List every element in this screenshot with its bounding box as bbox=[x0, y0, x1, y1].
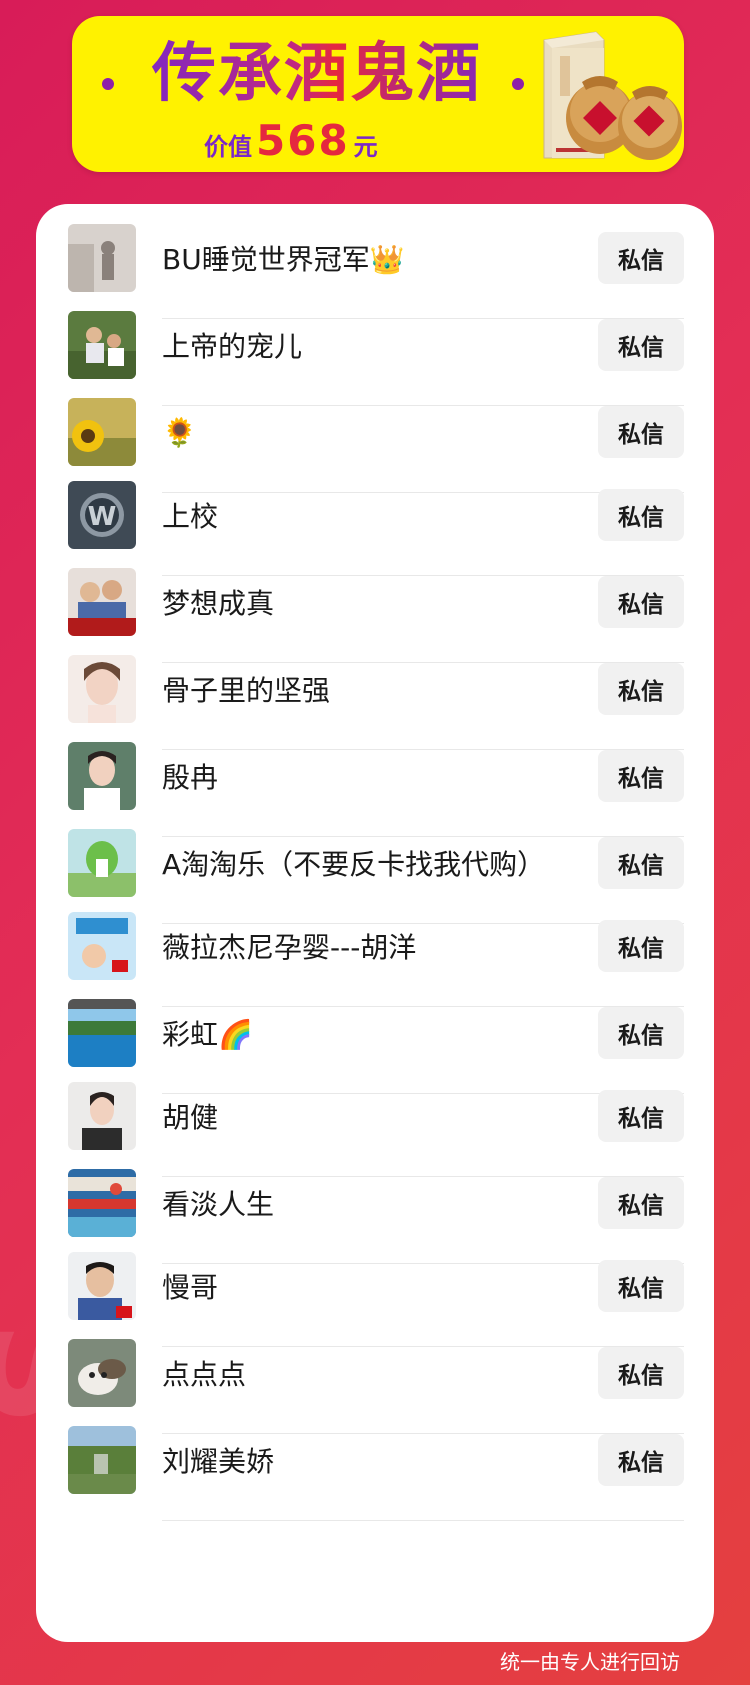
private-message-button[interactable]: 私信 bbox=[598, 232, 684, 284]
divider bbox=[162, 1520, 684, 1521]
list-item: BU睡觉世界冠军👑 私信 bbox=[68, 224, 684, 292]
avatar[interactable] bbox=[68, 311, 136, 379]
banner-title: 传承酒鬼酒 bbox=[132, 32, 502, 116]
price-unit: 元 bbox=[353, 133, 378, 161]
contact-name: 彩虹🌈 bbox=[162, 1018, 253, 1051]
avatar[interactable]: W bbox=[68, 481, 136, 549]
contact-name: 上帝的宠儿 bbox=[162, 330, 303, 363]
liquor-product-image bbox=[534, 30, 684, 164]
bullet-dot-icon bbox=[102, 78, 114, 90]
contact-name: 薇拉杰尼孕婴---胡洋 bbox=[162, 931, 417, 964]
list-item: 骨子里的坚强 私信 bbox=[68, 655, 684, 723]
avatar[interactable] bbox=[68, 912, 136, 980]
contact-name: A淘淘乐（不要反卡找我代购） bbox=[162, 848, 546, 881]
contact-name: 骨子里的坚强 bbox=[162, 674, 331, 707]
private-message-button[interactable]: 私信 bbox=[598, 406, 684, 458]
avatar[interactable] bbox=[68, 1082, 136, 1150]
promo-banner[interactable]: 传承酒鬼酒 价值 568 元 bbox=[72, 16, 684, 172]
list-item: A淘淘乐（不要反卡找我代购） 私信 bbox=[68, 829, 684, 897]
private-message-button[interactable]: 私信 bbox=[598, 1177, 684, 1229]
private-message-button[interactable]: 私信 bbox=[598, 750, 684, 802]
bullet-dot-icon bbox=[512, 78, 524, 90]
avatar[interactable] bbox=[68, 999, 136, 1067]
banner-price: 价值 568 元 bbox=[204, 116, 378, 166]
avatar[interactable] bbox=[68, 1252, 136, 1320]
private-message-button[interactable]: 私信 bbox=[598, 576, 684, 628]
private-message-button[interactable]: 私信 bbox=[598, 319, 684, 371]
contact-list-card: BU睡觉世界冠军👑 私信 上帝的宠儿 私信 🌻 私信 W 上校 私信 梦想成真 … bbox=[36, 204, 714, 1642]
private-message-button[interactable]: 私信 bbox=[598, 1434, 684, 1486]
avatar[interactable] bbox=[68, 655, 136, 723]
private-message-button[interactable]: 私信 bbox=[598, 1090, 684, 1142]
private-message-button[interactable]: 私信 bbox=[598, 837, 684, 889]
svg-text:W: W bbox=[88, 502, 117, 532]
contact-name: 上校 bbox=[162, 500, 219, 533]
private-message-button[interactable]: 私信 bbox=[598, 663, 684, 715]
list-item: 梦想成真 私信 bbox=[68, 568, 684, 636]
avatar[interactable] bbox=[68, 1339, 136, 1407]
contact-name: 点点点 bbox=[162, 1358, 247, 1391]
avatar[interactable] bbox=[68, 224, 136, 292]
list-item: 刘耀美娇 私信 bbox=[68, 1426, 684, 1494]
list-item: 🌻 私信 bbox=[68, 398, 684, 466]
private-message-button[interactable]: 私信 bbox=[598, 920, 684, 972]
private-message-button[interactable]: 私信 bbox=[598, 489, 684, 541]
price-label: 价值 bbox=[204, 133, 252, 161]
list-item: 彩虹🌈 私信 bbox=[68, 999, 684, 1067]
list-item: 殷冉 私信 bbox=[68, 742, 684, 810]
list-item: 上帝的宠儿 私信 bbox=[68, 311, 684, 379]
list-item: 点点点 私信 bbox=[68, 1339, 684, 1407]
contact-name: 慢哥 bbox=[162, 1271, 219, 1304]
avatar[interactable] bbox=[68, 1169, 136, 1237]
avatar[interactable] bbox=[68, 742, 136, 810]
contact-name: 🌻 bbox=[162, 415, 197, 449]
list-item: W 上校 私信 bbox=[68, 481, 684, 549]
footer-note: 统一由专人进行回访 bbox=[500, 1650, 680, 1674]
list-item: 胡健 私信 bbox=[68, 1082, 684, 1150]
avatar[interactable] bbox=[68, 398, 136, 466]
contact-name: 梦想成真 bbox=[162, 587, 275, 620]
contact-name: BU睡觉世界冠军👑 bbox=[162, 243, 405, 276]
price-value: 568 bbox=[256, 116, 350, 165]
list-item: 看淡人生 私信 bbox=[68, 1169, 684, 1237]
private-message-button[interactable]: 私信 bbox=[598, 1260, 684, 1312]
private-message-button[interactable]: 私信 bbox=[598, 1007, 684, 1059]
private-message-button[interactable]: 私信 bbox=[598, 1347, 684, 1399]
list-item: 薇拉杰尼孕婴---胡洋 私信 bbox=[68, 912, 684, 980]
avatar[interactable] bbox=[68, 829, 136, 897]
contact-name: 看淡人生 bbox=[162, 1188, 275, 1221]
list-item: 慢哥 私信 bbox=[68, 1252, 684, 1320]
contact-name: 胡健 bbox=[162, 1101, 219, 1134]
contact-name: 刘耀美娇 bbox=[162, 1445, 275, 1478]
contact-name: 殷冉 bbox=[162, 761, 219, 794]
avatar[interactable] bbox=[68, 568, 136, 636]
avatar[interactable] bbox=[68, 1426, 136, 1494]
